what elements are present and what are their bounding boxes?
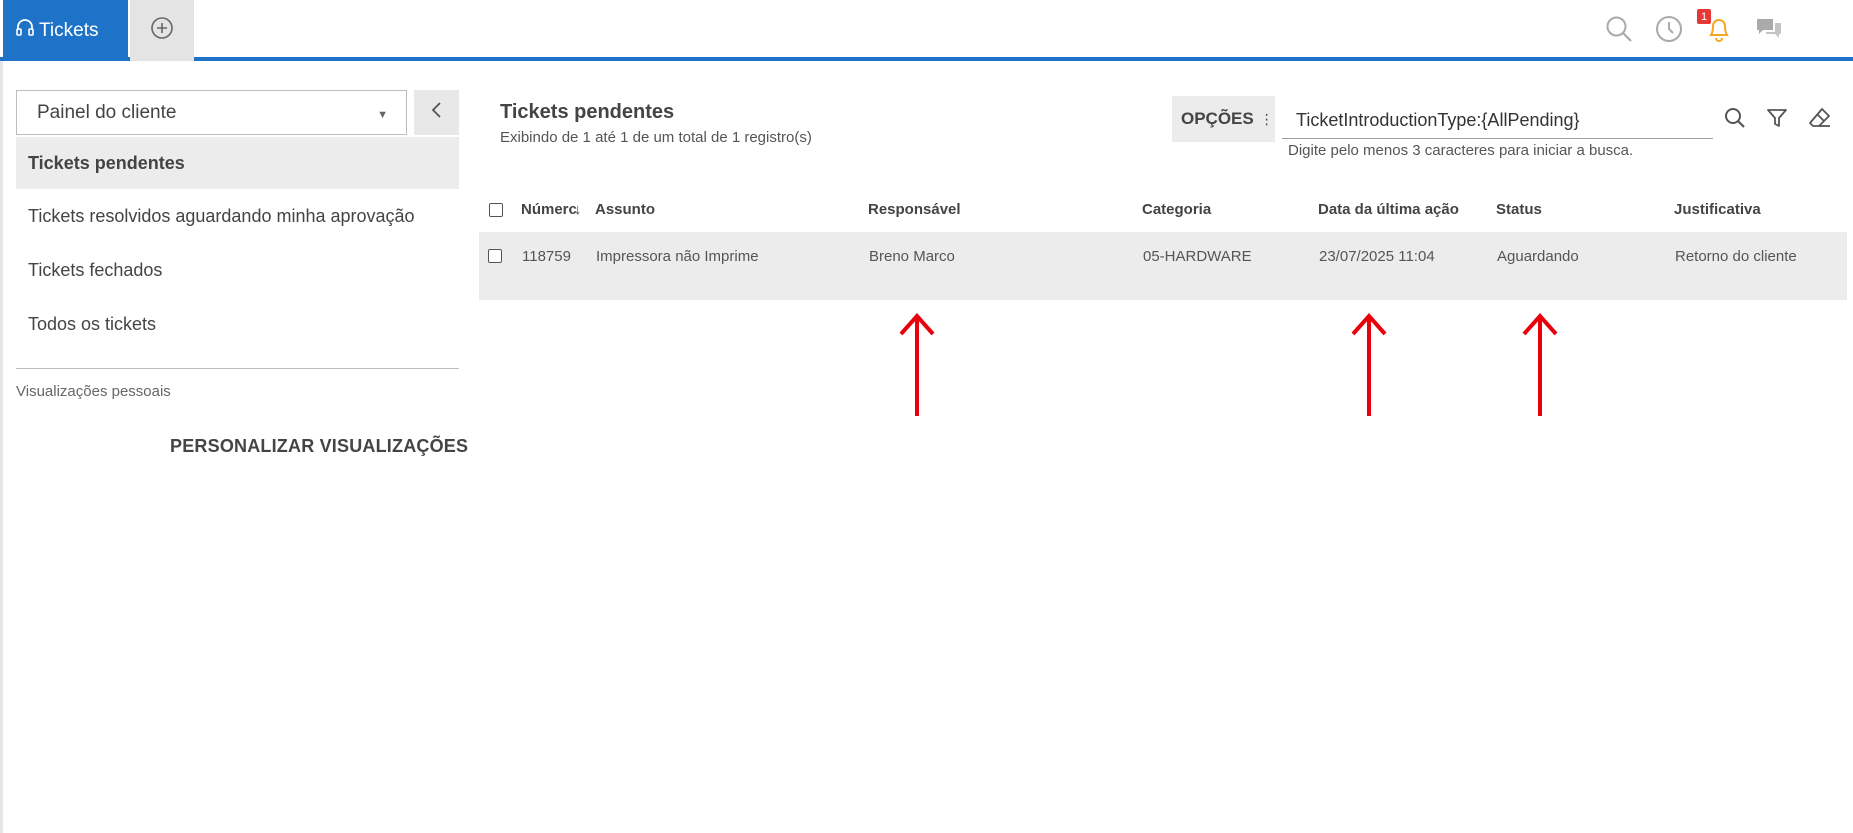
sidebar-item-tickets-fechados[interactable]: Tickets fechados [16, 244, 459, 296]
annotation-arrow-status [1522, 312, 1558, 416]
tab-tickets[interactable]: Tickets [3, 0, 128, 61]
sidebar-divider [16, 368, 459, 369]
history-icon[interactable] [1654, 14, 1684, 44]
cell-assunto: Impressora não Imprime [596, 248, 759, 265]
sidebar-item-label: Tickets pendentes [28, 152, 185, 173]
search-button-icon[interactable] [1720, 103, 1750, 133]
row-checkbox[interactable] [488, 249, 502, 263]
sidebar-item-label: Tickets resolvidos aguardando minha apro… [28, 205, 415, 226]
cell-status: Aguardando [1497, 248, 1579, 265]
column-header-label: Númerc [521, 201, 577, 218]
personalize-views-button[interactable]: PERSONALIZAR VISUALIZAÇÕES [170, 436, 468, 457]
column-header-responsavel[interactable]: Responsável [868, 201, 961, 218]
cell-data-ultima-acao: 23/07/2025 11:04 [1319, 248, 1435, 265]
column-header-status[interactable]: Status [1496, 201, 1542, 218]
column-header-justificativa[interactable]: Justificativa [1674, 201, 1761, 218]
options-label: OPÇÕES [1181, 109, 1254, 128]
records-summary: Exibindo de 1 até 1 de um total de 1 reg… [500, 129, 812, 146]
sidebar-item-label: Todos os tickets [28, 313, 157, 334]
more-vertical-icon: ⋮ [1259, 110, 1274, 127]
search-input[interactable] [1282, 102, 1713, 139]
annotation-arrow-data [1351, 312, 1387, 416]
search-icon[interactable] [1604, 14, 1634, 44]
annotation-arrow-responsavel [899, 312, 935, 416]
window-left-edge [0, 0, 3, 833]
cell-justificativa: Retorno do cliente [1675, 248, 1797, 265]
sort-down-arrow-icon[interactable]: ↓ [574, 201, 582, 218]
search-hint: Digite pelo menos 3 caracteres para inic… [1288, 142, 1634, 159]
add-tab-icon [150, 16, 174, 45]
filter-icon[interactable] [1762, 103, 1792, 133]
tab-tickets-label: Tickets [39, 19, 99, 41]
caret-down-icon: ▼ [377, 109, 388, 121]
page-title: Tickets pendentes [500, 101, 675, 123]
cell-responsavel: Breno Marco [869, 248, 955, 265]
select-all-checkbox[interactable] [489, 203, 503, 217]
sidebar-item-label: Tickets fechados [28, 259, 163, 280]
collapse-sidebar-button[interactable] [414, 90, 459, 135]
panel-select-value: Painel do cliente [37, 101, 177, 123]
panel-select[interactable]: Painel do cliente ▼ [16, 90, 407, 135]
sidebar-item-tickets-resolvidos[interactable]: Tickets resolvidos aguardando minha apro… [16, 190, 459, 242]
options-button[interactable]: OPÇÕES ⋮ [1172, 96, 1275, 142]
column-header-numero[interactable]: Númerc [521, 201, 577, 218]
top-bar [0, 0, 1853, 61]
chat-icon[interactable] [1754, 14, 1784, 44]
personal-views-label: Visualizações pessoais [16, 383, 171, 400]
notification-badge: 1 [1697, 9, 1711, 24]
chevron-left-icon [430, 101, 444, 124]
add-tab-button[interactable] [130, 0, 194, 61]
sidebar-item-tickets-pendentes[interactable]: Tickets pendentes [16, 137, 459, 189]
cell-categoria: 05-HARDWARE [1143, 248, 1252, 265]
cell-numero: 118759 [522, 248, 571, 265]
sidebar-item-todos-os-tickets[interactable]: Todos os tickets [16, 298, 459, 350]
eraser-icon[interactable] [1805, 103, 1835, 133]
table-row[interactable] [479, 232, 1847, 300]
column-header-data-ultima-acao[interactable]: Data da última ação [1318, 201, 1459, 218]
column-header-categoria[interactable]: Categoria [1142, 201, 1211, 218]
headset-icon [15, 18, 39, 44]
column-header-assunto[interactable]: Assunto [595, 201, 655, 218]
